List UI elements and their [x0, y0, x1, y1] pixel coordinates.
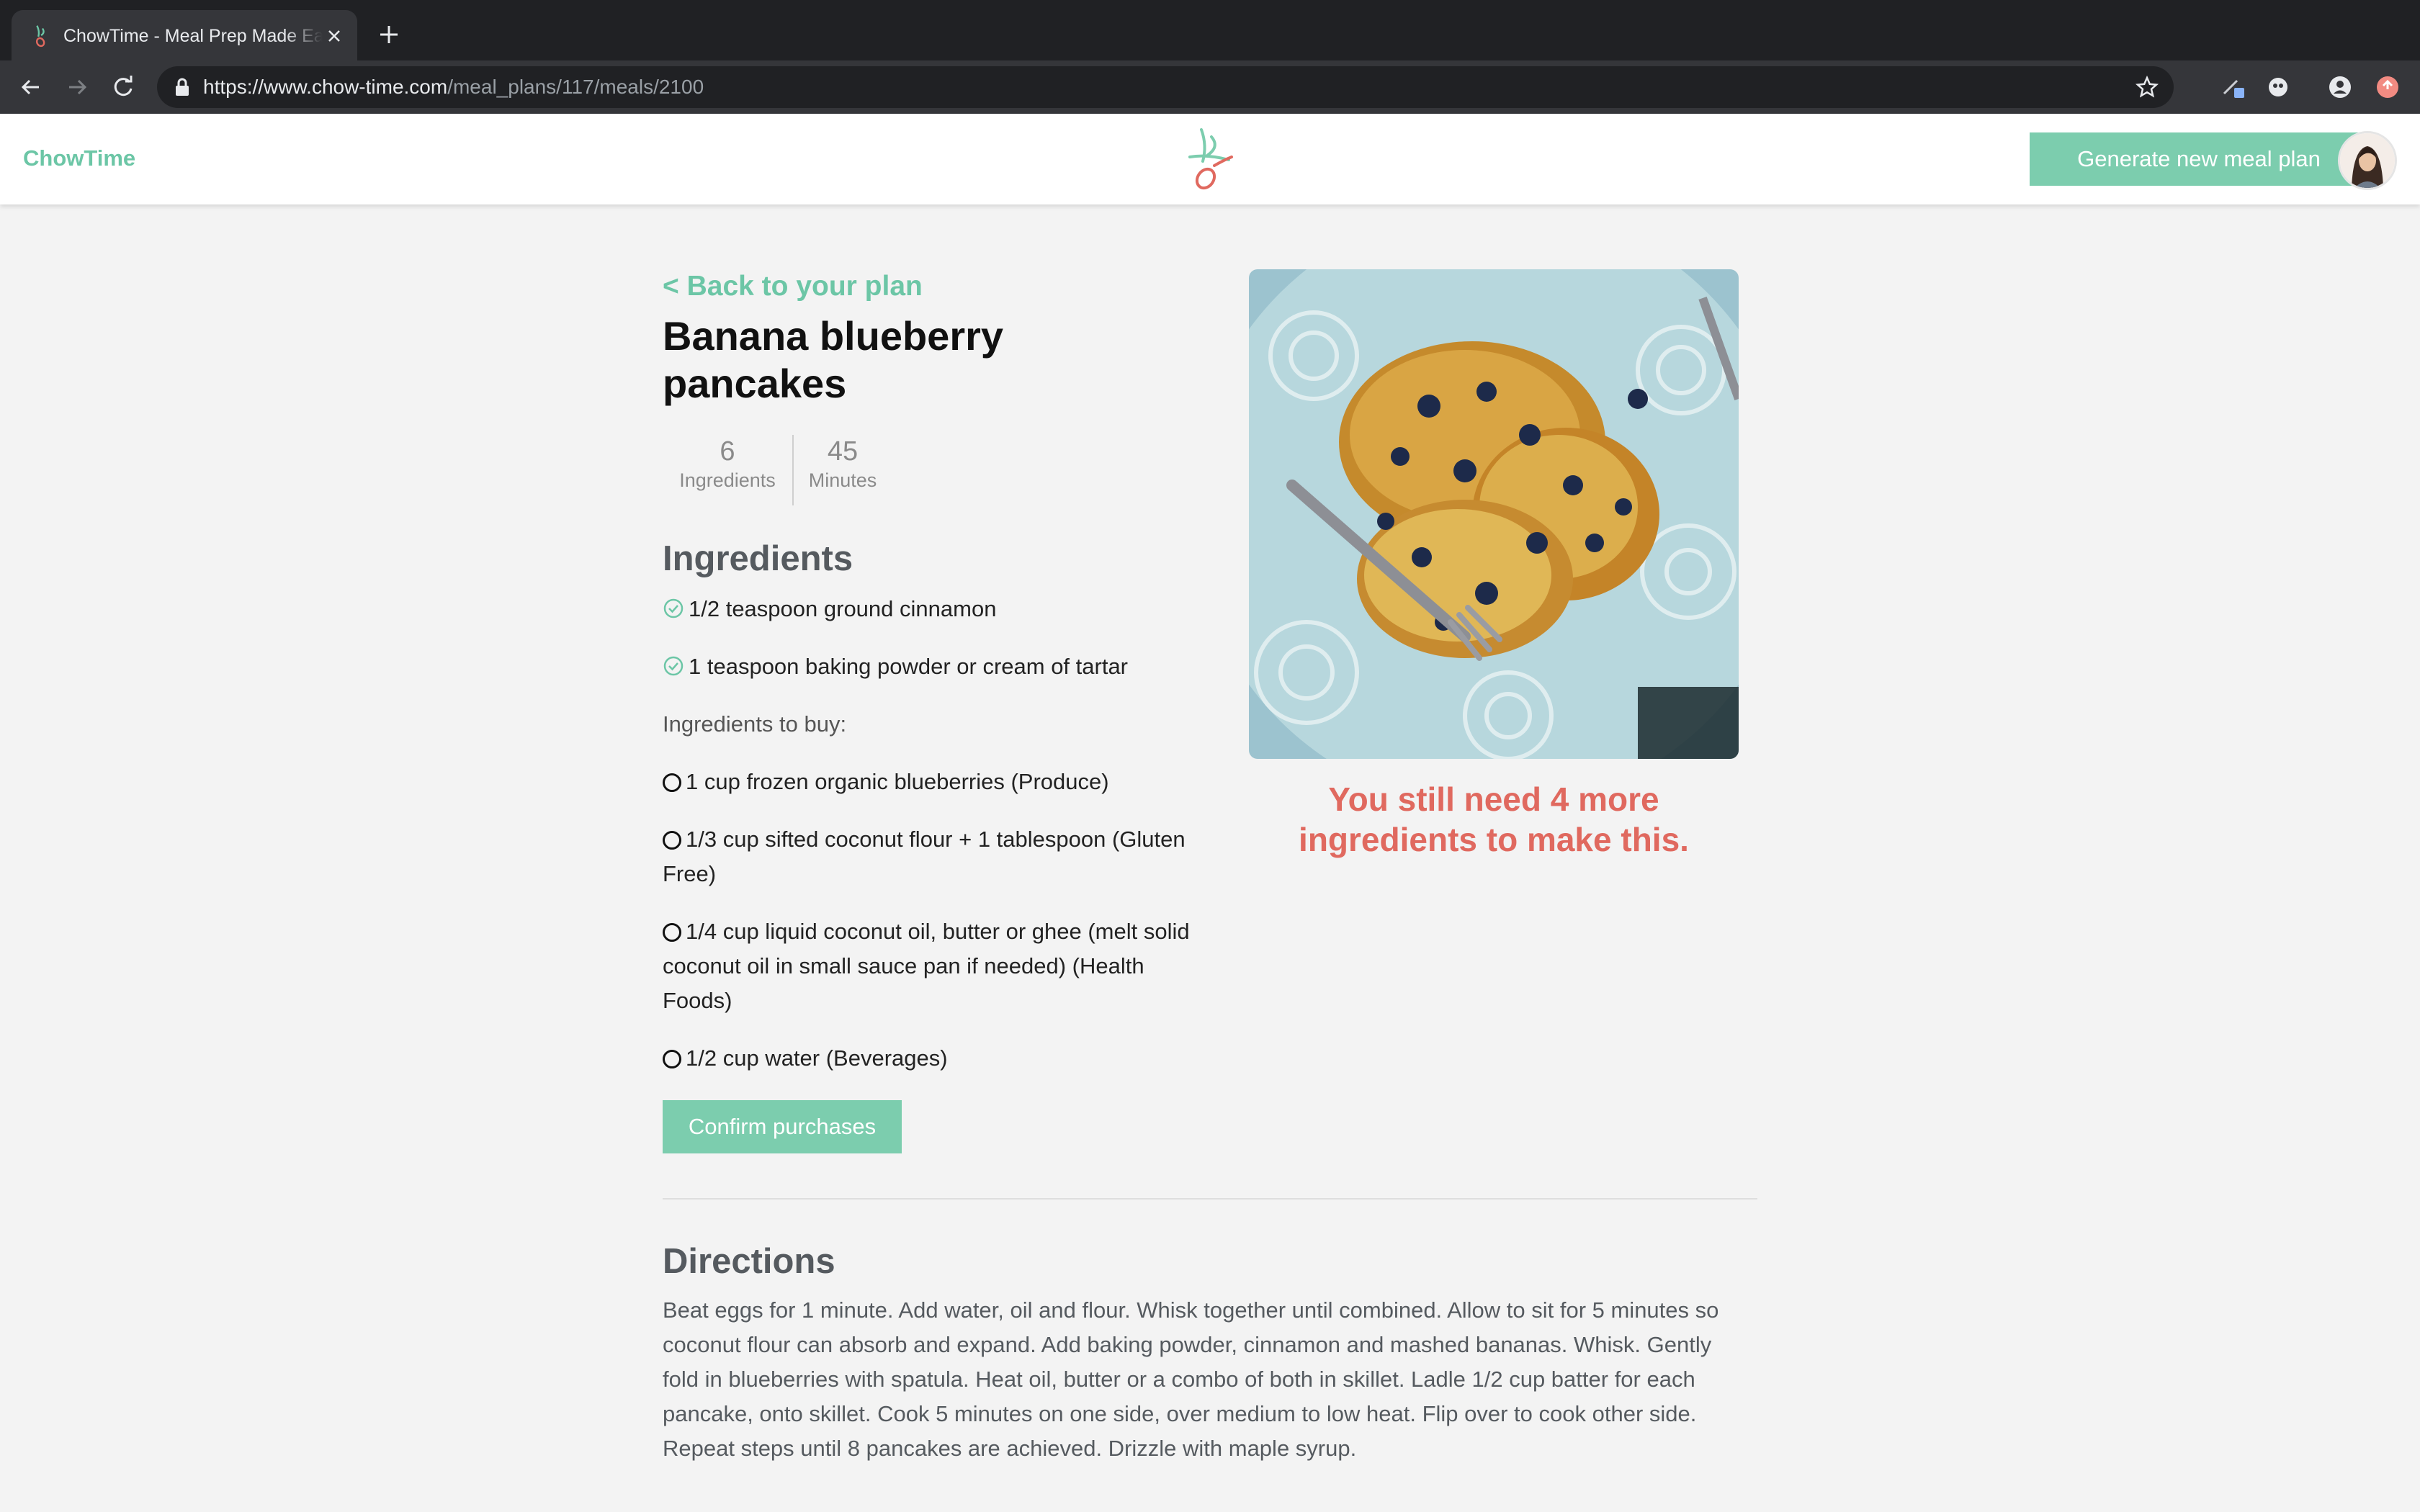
confirm-purchases-button[interactable]: Confirm purchases	[663, 1100, 902, 1153]
page-title: Banana blueberry pancakes	[663, 313, 1004, 406]
pancakes-photo-icon	[1249, 269, 1739, 759]
check-circle-icon	[663, 598, 684, 618]
ingredients-count-label: Ingredients	[679, 469, 776, 491]
browser-toolbar: https://www.chow-time.com/meal_plans/117…	[0, 60, 2420, 114]
directions-heading: Directions	[663, 1242, 835, 1281]
close-icon[interactable]	[323, 24, 346, 48]
update-alert-icon[interactable]	[2374, 73, 2401, 101]
empty-circle-icon[interactable]	[663, 773, 681, 792]
user-avatar-icon	[2340, 133, 2395, 188]
buy-ingredient-item[interactable]: 1/3 cup sifted coconut flour + 1 tablesp…	[663, 822, 1196, 891]
forward-arrow-icon[interactable]	[63, 73, 91, 101]
ingredients-count-stat: 6 Ingredients	[670, 435, 785, 492]
minutes-label: Minutes	[808, 469, 877, 491]
owned-ingredient-item: 1/2 teaspoon ground cinnamon	[663, 592, 1196, 626]
extension-circle-icon[interactable]	[2264, 73, 2292, 101]
chowtime-logo-icon[interactable]	[1178, 125, 1243, 196]
generate-meal-plan-button[interactable]: Generate new meal plan	[2030, 132, 2368, 186]
url-text: https://www.chow-time.com/meal_plans/117…	[203, 76, 704, 98]
ingredients-heading: Ingredients	[663, 539, 853, 578]
back-arrow-icon[interactable]	[17, 73, 45, 101]
buy-ingredient-item[interactable]: 1/2 cup water (Beverages)	[663, 1041, 1196, 1076]
reload-icon[interactable]	[109, 73, 137, 101]
section-divider	[663, 1198, 1757, 1200]
check-circle-icon	[663, 656, 684, 676]
new-tab-plus-icon[interactable]	[376, 22, 402, 48]
tab-title: ChowTime - Meal Prep Made Easy	[63, 26, 323, 46]
empty-circle-icon[interactable]	[663, 923, 681, 942]
site-header: ChowTime Generate new meal plan	[0, 114, 2420, 204]
lock-icon[interactable]	[173, 77, 192, 97]
avatar[interactable]	[2338, 131, 2397, 190]
brand-link[interactable]: ChowTime	[23, 144, 135, 173]
minutes-count: 45	[827, 436, 859, 467]
meal-photo	[1249, 269, 1739, 759]
missing-ingredients-alert: You still need 4 more ingredients to mak…	[1299, 780, 1689, 858]
chowtime-favicon-icon	[35, 25, 45, 48]
minutes-stat: 45 Minutes	[799, 435, 886, 492]
browser-tab[interactable]: ChowTime - Meal Prep Made Easy	[12, 10, 357, 60]
address-bar[interactable]: https://www.chow-time.com/meal_plans/117…	[157, 66, 2174, 108]
ingredient-text: 1/3 cup sifted coconut flour + 1 tablesp…	[663, 827, 1186, 886]
back-to-plan-link[interactable]: < Back to your plan	[663, 269, 923, 304]
ingredients-to-buy-label: Ingredients to buy:	[663, 711, 847, 737]
ingredient-text: 1/2 teaspoon ground cinnamon	[689, 596, 997, 621]
empty-circle-icon[interactable]	[663, 831, 681, 850]
ingredient-text: 1 cup frozen organic blueberries (Produc…	[686, 769, 1109, 794]
directions-text: Beat eggs for 1 minute. Add water, oil a…	[663, 1297, 1719, 1461]
bookmark-star-icon[interactable]	[2135, 75, 2159, 99]
ingredient-text: 1 teaspoon baking powder or cream of tar…	[689, 654, 1129, 679]
ingredients-count: 6	[720, 436, 735, 467]
profile-icon[interactable]	[2326, 73, 2354, 101]
extension-pen-icon[interactable]	[2220, 73, 2247, 101]
ingredient-text: 1/4 cup liquid coconut oil, butter or gh…	[663, 919, 1190, 1013]
buy-ingredient-item[interactable]: 1/4 cup liquid coconut oil, butter or gh…	[663, 914, 1196, 1018]
empty-circle-icon[interactable]	[663, 1050, 681, 1068]
buy-ingredient-item[interactable]: 1 cup frozen organic blueberries (Produc…	[663, 765, 1196, 799]
browser-tabstrip: ChowTime - Meal Prep Made Easy	[0, 0, 2420, 60]
owned-ingredient-item: 1 teaspoon baking powder or cream of tar…	[663, 649, 1196, 684]
stat-divider	[792, 435, 794, 505]
ingredient-text: 1/2 cup water (Beverages)	[686, 1045, 948, 1071]
